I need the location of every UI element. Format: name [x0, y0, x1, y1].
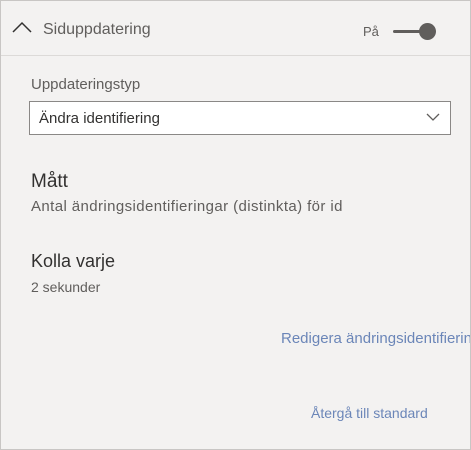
page-refresh-panel: Siduppdatering På Uppdateringstyp Ändra … — [0, 0, 471, 450]
measure-heading: Mått — [31, 171, 68, 192]
check-every-heading: Kolla varje — [31, 251, 116, 271]
edit-change-detection-link[interactable]: Redigera ändringsidentifiering — [281, 330, 470, 347]
chevron-down-icon — [426, 113, 440, 121]
page-refresh-header[interactable]: Siduppdatering På — [1, 1, 470, 56]
toggle-thumb — [419, 23, 436, 40]
check-every-value: 2 sekunder — [31, 279, 101, 295]
toggle-state-label: På — [363, 24, 379, 39]
reset-default-link[interactable]: Återgå till standard — [311, 405, 428, 421]
refresh-type-value: Ändra identifiering — [39, 110, 160, 127]
refresh-type-label: Uppdateringstyp — [31, 76, 141, 93]
refresh-type-dropdown[interactable]: Ändra identifiering — [29, 101, 451, 135]
measure-value: Antal ändringsidentifieringar (distinkta… — [31, 198, 343, 215]
section-title: Siduppdatering — [43, 21, 151, 38]
chevron-up-icon[interactable] — [11, 20, 33, 34]
page-refresh-toggle[interactable] — [391, 22, 437, 40]
